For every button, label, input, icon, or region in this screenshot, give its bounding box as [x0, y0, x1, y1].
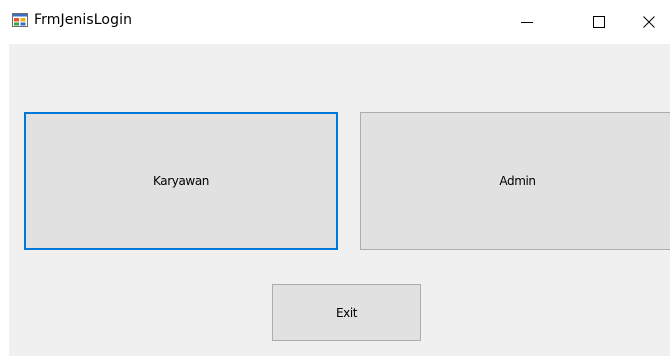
close-button[interactable] [626, 0, 670, 44]
app-icon [12, 12, 28, 28]
app-window: FrmJenisLogin Karyawan Admin Exit [0, 0, 670, 356]
karyawan-button[interactable]: Karyawan [24, 112, 338, 250]
minimize-button[interactable] [504, 0, 550, 44]
title-bar[interactable]: FrmJenisLogin [0, 0, 670, 44]
form-client-area: Karyawan Admin Exit [9, 44, 670, 356]
admin-button[interactable]: Admin [360, 112, 670, 250]
exit-button[interactable]: Exit [272, 284, 421, 341]
karyawan-button-label: Karyawan [153, 174, 209, 188]
close-icon [643, 16, 655, 28]
minimize-icon [521, 16, 533, 28]
exit-button-label: Exit [335, 305, 358, 320]
admin-button-label: Admin [499, 174, 536, 188]
maximize-icon [593, 16, 605, 28]
window-title: FrmJenisLogin [34, 12, 133, 28]
maximize-button[interactable] [576, 0, 622, 44]
